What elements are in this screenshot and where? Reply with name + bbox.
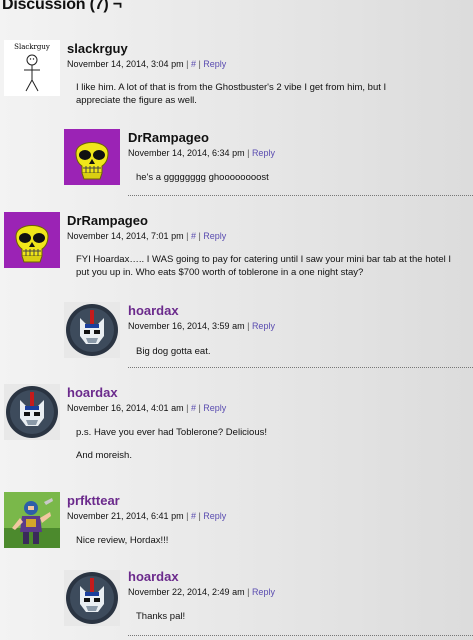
comment-text: p.s. Have you ever had Toblerone? Delici… — [76, 427, 267, 438]
comment-divider — [128, 195, 473, 196]
comment-author[interactable]: prfkttear — [67, 494, 467, 508]
yellow-skull-avatar — [64, 129, 120, 185]
comment-text: And moreish. — [76, 450, 132, 461]
reply-link[interactable]: Reply — [252, 148, 275, 158]
reply-link[interactable]: Reply — [252, 321, 275, 331]
comment-text: I like him. A lot of that is from the Gh… — [76, 82, 387, 106]
comment-date: November 14, 2014, 6:34 pm — [128, 148, 245, 158]
yellow-skull-avatar — [4, 212, 60, 268]
robot-helmet-avatar — [64, 570, 120, 626]
comment-date: November 16, 2014, 4:01 am — [67, 403, 184, 413]
comment-date: November 14, 2014, 7:01 pm — [67, 231, 184, 241]
discussion-heading: Discussion (7) ¬ — [2, 0, 122, 13]
comment-author[interactable]: slackrguy — [67, 42, 467, 56]
comment-text: Nice review, Hordax!!! — [76, 535, 169, 546]
comment-text: FYI Hoardax….. I WAS going to pay for ca… — [76, 254, 452, 278]
robot-helmet-avatar — [4, 384, 60, 440]
comment-author[interactable]: hoardax — [128, 304, 458, 318]
action-figure-avatar — [4, 492, 60, 548]
avatar-signature: Slackrguy — [14, 43, 50, 51]
comment-text: Big dog gotta eat. — [136, 346, 211, 357]
reply-link[interactable]: Reply — [203, 231, 226, 241]
reply-link[interactable]: Reply — [203, 59, 226, 69]
comment-divider — [128, 635, 473, 636]
comment-date: November 22, 2014, 2:49 am — [128, 587, 245, 597]
reply-link[interactable]: Reply — [203, 511, 226, 521]
comment-date: November 16, 2014, 3:59 am — [128, 321, 245, 331]
comment-author[interactable]: DrRampageo — [67, 214, 467, 228]
reply-link[interactable]: Reply — [203, 403, 226, 413]
comment-date: November 21, 2014, 6:41 pm — [67, 511, 184, 521]
comment-divider — [128, 367, 473, 368]
comment-date: November 14, 2014, 3:04 pm — [67, 59, 184, 69]
comment-text: he's a gggggggg ghoooooooost — [136, 172, 269, 183]
comment-author[interactable]: hoardax — [128, 570, 458, 584]
comment-author[interactable]: hoardax — [67, 386, 467, 400]
reply-link[interactable]: Reply — [252, 587, 275, 597]
robot-helmet-avatar — [64, 302, 120, 358]
stick-figure-avatar: Slackrguy — [4, 40, 60, 96]
comment-author[interactable]: DrRampageo — [128, 131, 458, 145]
comment-text: Thanks pal! — [136, 611, 186, 622]
